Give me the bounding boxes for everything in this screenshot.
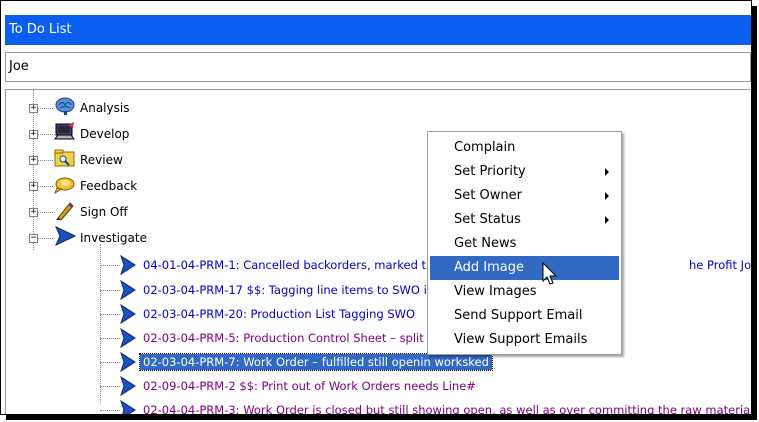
blue-arrow-icon	[120, 376, 136, 396]
menu-item-label: View Support Emails	[454, 332, 588, 347]
tree-line	[100, 314, 120, 315]
frame-shadow	[752, 6, 757, 417]
tree-line	[100, 362, 120, 363]
blue-arrow-icon	[120, 304, 136, 324]
expand-toggle[interactable]: +	[29, 208, 38, 217]
expand-toggle[interactable]: +	[29, 130, 38, 139]
frame-shadow	[6, 415, 757, 420]
blue-arrow-icon	[120, 328, 136, 348]
menu-item-label: Add Image	[454, 260, 525, 275]
item-label[interactable]: 02-03-04-PRM-7: Work Order – fulfilled s…	[139, 353, 493, 371]
tree-line	[100, 265, 120, 266]
node-label-sign-off[interactable]: Sign Off	[80, 204, 128, 220]
menu-item-get-news[interactable]: Get News	[430, 232, 619, 256]
feedback-icon	[53, 174, 76, 195]
blue-arrow-icon	[120, 352, 136, 372]
expand-toggle[interactable]: +	[29, 182, 38, 191]
window-title: To Do List	[5, 15, 751, 45]
menu-item-complain[interactable]: Complain	[430, 136, 619, 160]
blue-arrow-icon	[120, 400, 136, 414]
menu-item-label: View Images	[454, 284, 537, 299]
blue-arrow-icon	[54, 225, 77, 247]
menu-item-add-image[interactable]: Add Image	[430, 256, 619, 280]
menu-item-send-support-email[interactable]: Send Support Email	[430, 304, 619, 328]
item-label[interactable]: 04-01-04-PRM-1: Cancelled backorders, ma…	[140, 257, 429, 273]
submenu-arrow-icon	[605, 168, 609, 176]
tree-line	[100, 338, 120, 339]
node-label-review[interactable]: Review	[80, 152, 123, 168]
window: To Do List Joe + Analysis + Develop + Re…	[0, 0, 752, 415]
menu-item-label: Send Support Email	[454, 308, 583, 323]
menu-item-set-owner[interactable]: Set Owner	[430, 184, 619, 208]
menu-item-view-support-emails[interactable]: View Support Emails	[430, 328, 619, 352]
item-label[interactable]: 02-03-04-PRM-20: Production List Tagging…	[140, 306, 418, 322]
menu-item-label: Get News	[454, 236, 517, 251]
node-label-analysis[interactable]: Analysis	[80, 100, 129, 116]
item-label[interactable]: 02-09-04-PRM-2 $$: Print out of Work Ord…	[140, 378, 479, 394]
menu-item-set-priority[interactable]: Set Priority	[430, 160, 619, 184]
user-name-field[interactable]: Joe	[5, 52, 751, 82]
computer-icon	[54, 122, 76, 142]
brain-icon	[54, 96, 76, 116]
item-label[interactable]: 02-03-04-PRM-5: Production Control Sheet…	[140, 330, 427, 346]
item-label[interactable]: 02-03-04-PRM-17 $$: Tagging line items t…	[140, 282, 437, 298]
pen-icon	[54, 200, 76, 221]
collapse-toggle[interactable]: −	[29, 234, 38, 243]
context-menu: Complain Set Priority Set Owner Set Stat…	[427, 131, 622, 355]
tree-line	[100, 410, 120, 411]
expand-toggle[interactable]: +	[29, 156, 38, 165]
blue-arrow-icon	[120, 280, 136, 300]
submenu-arrow-icon	[605, 216, 609, 224]
menu-item-label: Complain	[454, 140, 516, 155]
node-label-investigate[interactable]: Investigate	[80, 230, 147, 246]
menu-item-set-status[interactable]: Set Status	[430, 208, 619, 232]
menu-item-label: Set Owner	[454, 188, 522, 203]
node-label-feedback[interactable]: Feedback	[80, 178, 137, 194]
mouse-cursor-icon	[542, 262, 558, 285]
item-label[interactable]: 02-04-04-PRM-3: Work Order is closed but…	[140, 402, 751, 414]
node-label-develop[interactable]: Develop	[80, 126, 129, 142]
tree-line	[100, 290, 120, 291]
blue-arrow-icon	[120, 255, 136, 275]
menu-item-label: Set Priority	[454, 164, 526, 179]
review-folder-icon	[54, 148, 76, 168]
tree-line	[33, 90, 34, 250]
item-label-tail: he Profit Journal.	[689, 258, 751, 272]
submenu-arrow-icon	[605, 192, 609, 200]
menu-item-label: Set Status	[454, 212, 521, 227]
menu-item-view-images[interactable]: View Images	[430, 280, 619, 304]
tree-line	[100, 244, 101, 404]
todo-tree: + Analysis + Develop + Review + Feedback…	[5, 89, 751, 414]
expand-toggle[interactable]: +	[29, 104, 38, 113]
tree-line	[100, 386, 120, 387]
